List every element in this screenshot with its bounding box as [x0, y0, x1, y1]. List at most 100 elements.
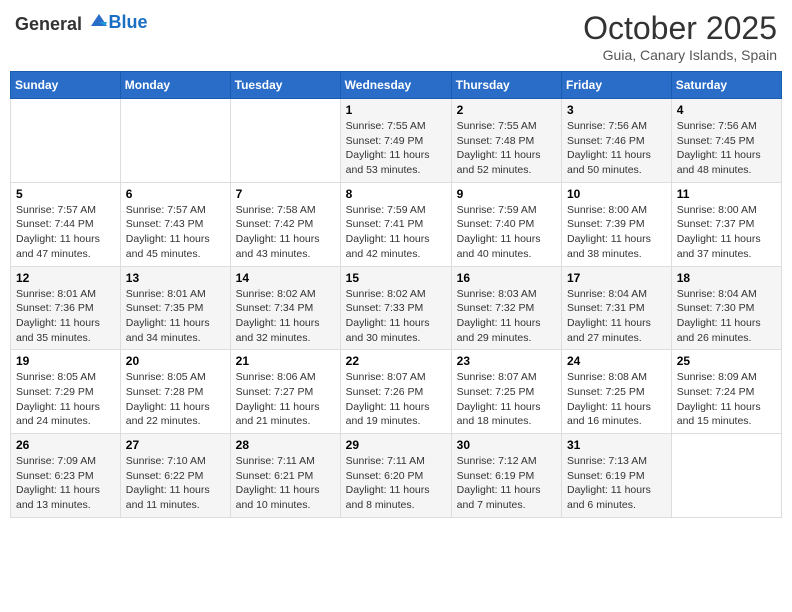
cell-line: Sunset: 6:22 PM [126, 469, 225, 484]
cell-line: Sunset: 7:26 PM [346, 385, 446, 400]
cell-content: Sunrise: 7:09 AMSunset: 6:23 PMDaylight:… [16, 454, 115, 513]
calendar-week-row: 12 Sunrise: 8:01 AMSunset: 7:36 PMDayligh… [11, 266, 782, 350]
cell-line: Sunset: 7:46 PM [567, 134, 666, 149]
cell-line: Daylight: 11 hours and 22 minutes. [126, 400, 225, 429]
day-number: 4 [677, 103, 776, 117]
cell-line: Sunset: 7:25 PM [567, 385, 666, 400]
day-number: 7 [236, 187, 335, 201]
cell-line: Daylight: 11 hours and 10 minutes. [236, 483, 335, 512]
calendar-cell: 30Sunrise: 7:12 AMSunset: 6:19 PMDayligh… [451, 434, 561, 518]
cell-line: Sunrise: 8:03 AM [457, 287, 556, 302]
cell-content: Sunrise: 7:55 AMSunset: 7:49 PMDaylight:… [346, 119, 446, 178]
cell-line: Daylight: 11 hours and 13 minutes. [16, 483, 115, 512]
cell-line: Sunrise: 8:02 AM [346, 287, 446, 302]
day-number: 25 [677, 354, 776, 368]
cell-content: Sunrise: 8:01 AMSunset: 7:35 PMDaylight:… [126, 287, 225, 346]
header-saturday: Saturday [671, 72, 781, 99]
cell-line: Sunrise: 8:06 AM [236, 370, 335, 385]
calendar-cell: 18 Sunrise: 8:04 AMSunset: 7:30 PMDayligh… [671, 266, 781, 350]
cell-line: Sunset: 7:48 PM [457, 134, 556, 149]
cell-line: Sunrise: 7:59 AM [346, 203, 446, 218]
header-sunday: Sunday [11, 72, 121, 99]
page-header: General Blue October 2025 Guia, Canary I… [10, 10, 782, 63]
logo-icon [89, 10, 109, 30]
cell-line: Daylight: 11 hours and 11 minutes. [126, 483, 225, 512]
cell-line: Sunrise: 7:11 AM [346, 454, 446, 469]
cell-line: Daylight: 11 hours and 16 minutes. [567, 400, 666, 429]
cell-line: Daylight: 11 hours and 27 minutes. [567, 316, 666, 345]
cell-content: Sunrise: 8:05 AMSunset: 7:28 PMDaylight:… [126, 370, 225, 429]
calendar-cell: 22Sunrise: 8:07 AMSunset: 7:26 PMDayligh… [340, 350, 451, 434]
cell-line: Sunrise: 7:13 AM [567, 454, 666, 469]
day-number: 31 [567, 438, 666, 452]
day-number: 10 [567, 187, 666, 201]
calendar-week-row: 1Sunrise: 7:55 AMSunset: 7:49 PMDaylight… [11, 99, 782, 183]
logo-text-general: General [15, 14, 82, 34]
cell-line: Daylight: 11 hours and 48 minutes. [677, 148, 776, 177]
cell-line: Sunset: 7:29 PM [16, 385, 115, 400]
day-number: 16 [457, 271, 556, 285]
cell-content: Sunrise: 8:00 AMSunset: 7:39 PMDaylight:… [567, 203, 666, 262]
cell-line: Sunrise: 8:02 AM [236, 287, 335, 302]
calendar-week-row: 19Sunrise: 8:05 AMSunset: 7:29 PMDayligh… [11, 350, 782, 434]
day-number: 26 [16, 438, 115, 452]
cell-line: Daylight: 11 hours and 40 minutes. [457, 232, 556, 261]
cell-content: Sunrise: 8:09 AMSunset: 7:24 PMDaylight:… [677, 370, 776, 429]
cell-line: Sunrise: 7:10 AM [126, 454, 225, 469]
cell-line: Sunset: 7:43 PM [126, 217, 225, 232]
cell-content: Sunrise: 8:08 AMSunset: 7:25 PMDaylight:… [567, 370, 666, 429]
calendar-cell: 2Sunrise: 7:55 AMSunset: 7:48 PMDaylight… [451, 99, 561, 183]
cell-line: Daylight: 11 hours and 18 minutes. [457, 400, 556, 429]
calendar-cell [120, 99, 230, 183]
calendar-cell: 25 Sunrise: 8:09 AMSunset: 7:24 PMDayligh… [671, 350, 781, 434]
cell-line: Daylight: 11 hours and 35 minutes. [16, 316, 115, 345]
calendar-cell: 8 Sunrise: 7:59 AMSunset: 7:41 PMDaylight… [340, 182, 451, 266]
cell-line: Sunrise: 8:05 AM [126, 370, 225, 385]
day-number: 8 [346, 187, 446, 201]
cell-content: Sunrise: 8:06 AMSunset: 7:27 PMDaylight:… [236, 370, 335, 429]
day-number: 20 [126, 354, 225, 368]
cell-line: Daylight: 11 hours and 30 minutes. [346, 316, 446, 345]
cell-line: Daylight: 11 hours and 6 minutes. [567, 483, 666, 512]
cell-line: Daylight: 11 hours and 37 minutes. [677, 232, 776, 261]
calendar-cell: 17Sunrise: 8:04 AMSunset: 7:31 PMDayligh… [562, 266, 672, 350]
cell-line: Sunrise: 8:00 AM [567, 203, 666, 218]
month-title: October 2025 [583, 10, 777, 47]
cell-line: Sunrise: 8:00 AM [677, 203, 776, 218]
cell-line: Daylight: 11 hours and 32 minutes. [236, 316, 335, 345]
day-number: 14 [236, 271, 335, 285]
calendar-cell: 16Sunrise: 8:03 AMSunset: 7:32 PMDayligh… [451, 266, 561, 350]
calendar-cell: 1Sunrise: 7:55 AMSunset: 7:49 PMDaylight… [340, 99, 451, 183]
cell-content: Sunrise: 7:13 AMSunset: 6:19 PMDaylight:… [567, 454, 666, 513]
calendar-cell: 23Sunrise: 8:07 AMSunset: 7:25 PMDayligh… [451, 350, 561, 434]
day-number: 18 [677, 271, 776, 285]
cell-content: Sunrise: 8:07 AMSunset: 7:26 PMDaylight:… [346, 370, 446, 429]
calendar-cell: 26 Sunrise: 7:09 AMSunset: 6:23 PMDayligh… [11, 434, 121, 518]
cell-content: Sunrise: 7:56 AMSunset: 7:45 PMDaylight:… [677, 119, 776, 178]
cell-line: Daylight: 11 hours and 42 minutes. [346, 232, 446, 261]
cell-content: Sunrise: 8:01 AMSunset: 7:36 PMDaylight:… [16, 287, 115, 346]
cell-line: Daylight: 11 hours and 19 minutes. [346, 400, 446, 429]
day-number: 23 [457, 354, 556, 368]
calendar-cell: 4 Sunrise: 7:56 AMSunset: 7:45 PMDaylight… [671, 99, 781, 183]
day-number: 3 [567, 103, 666, 117]
header-wednesday: Wednesday [340, 72, 451, 99]
logo: General Blue [15, 10, 148, 35]
calendar-cell: 13Sunrise: 8:01 AMSunset: 7:35 PMDayligh… [120, 266, 230, 350]
day-number: 9 [457, 187, 556, 201]
cell-line: Sunset: 6:19 PM [457, 469, 556, 484]
cell-content: Sunrise: 7:10 AMSunset: 6:22 PMDaylight:… [126, 454, 225, 513]
cell-line: Sunrise: 7:09 AM [16, 454, 115, 469]
cell-content: Sunrise: 7:56 AMSunset: 7:46 PMDaylight:… [567, 119, 666, 178]
cell-line: Sunset: 6:21 PM [236, 469, 335, 484]
cell-content: Sunrise: 8:04 AMSunset: 7:30 PMDaylight:… [677, 287, 776, 346]
cell-line: Sunrise: 7:56 AM [677, 119, 776, 134]
cell-line: Daylight: 11 hours and 26 minutes. [677, 316, 776, 345]
cell-line: Sunset: 7:42 PM [236, 217, 335, 232]
cell-line: Sunset: 7:24 PM [677, 385, 776, 400]
cell-line: Sunset: 7:41 PM [346, 217, 446, 232]
cell-line: Daylight: 11 hours and 47 minutes. [16, 232, 115, 261]
day-number: 28 [236, 438, 335, 452]
day-number: 12 [16, 271, 115, 285]
header-thursday: Thursday [451, 72, 561, 99]
